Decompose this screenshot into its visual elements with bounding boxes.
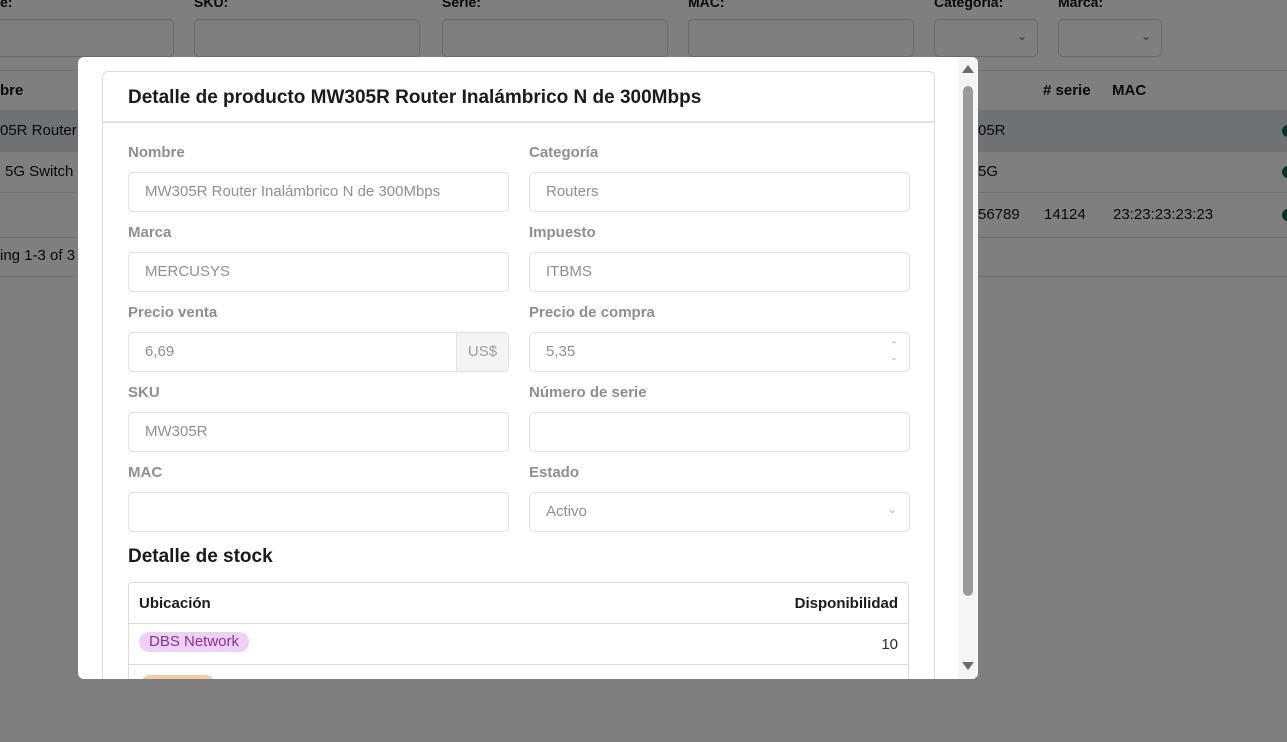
table-row — [129, 665, 908, 679]
sku-label: SKU — [128, 384, 160, 401]
number-spinner-icon[interactable]: ⌃ ⌄ — [889, 339, 899, 363]
precio-compra-field[interactable]: 5,35 ⌃ ⌄ — [529, 332, 910, 372]
marca-field[interactable]: MERCUSYS — [128, 252, 509, 292]
chevron-down-icon: ⌄ — [887, 504, 897, 516]
impuesto-field[interactable]: ITBMS — [529, 252, 910, 292]
column-header-location: Ubicación — [139, 595, 211, 612]
location-badge: DBS Network — [139, 632, 250, 652]
numero-serie-label: Número de serie — [529, 384, 647, 401]
sku-field[interactable]: MW305R — [128, 412, 509, 452]
stock-table: Ubicación Disponibilidad DBS Network 10 — [128, 582, 909, 679]
nombre-label: Nombre — [128, 144, 185, 161]
scrollbar-thumb[interactable] — [963, 86, 973, 596]
scroll-up-arrow-icon[interactable] — [962, 65, 974, 73]
categoria-label: Categoría — [529, 144, 599, 161]
precio-venta-field[interactable]: 6,69 US$ — [128, 332, 509, 372]
currency-addon: US$ — [456, 333, 508, 371]
column-header-availability: Disponibilidad — [794, 595, 898, 612]
precio-compra-value: 5,35 — [546, 343, 576, 360]
impuesto-value: ITBMS — [546, 263, 592, 280]
location-badge-container: DBS Network — [139, 632, 250, 652]
stock-section-title: Detalle de stock — [128, 546, 273, 567]
categoria-field[interactable]: Routers — [529, 172, 910, 212]
table-row: DBS Network 10 — [129, 624, 908, 665]
scroll-down-arrow-icon[interactable] — [962, 662, 974, 670]
estado-select[interactable]: Activo ⌄ — [529, 492, 910, 532]
marca-label: Marca — [128, 224, 172, 241]
modal-scrollbar[interactable] — [958, 57, 978, 679]
estado-label: Estado — [529, 464, 580, 481]
mac-field[interactable] — [128, 492, 509, 532]
estado-value: Activo — [546, 503, 587, 520]
marca-value: MERCUSYS — [145, 263, 231, 280]
numero-serie-field[interactable] — [529, 412, 910, 452]
availability-value: 10 — [881, 636, 898, 653]
precio-compra-label: Precio de compra — [529, 304, 655, 321]
nombre-field[interactable]: MW305R Router Inalámbrico N de 300Mbps — [128, 172, 509, 212]
location-badge — [141, 675, 215, 679]
product-detail-modal: Detalle de producto MW305R Router Inalám… — [78, 57, 978, 679]
stock-table-header: Ubicación Disponibilidad — [129, 583, 908, 624]
categoria-value: Routers — [546, 183, 599, 200]
mac-label: MAC — [128, 464, 163, 481]
product-detail-card: Detalle de producto MW305R Router Inalám… — [102, 71, 935, 679]
precio-venta-value: 6,69 — [145, 343, 175, 360]
precio-venta-label: Precio venta — [128, 304, 218, 321]
nombre-value: MW305R Router Inalámbrico N de 300Mbps — [145, 183, 441, 200]
impuesto-label: Impuesto — [529, 224, 596, 241]
modal-title: Detalle de producto MW305R Router Inalám… — [103, 72, 934, 123]
sku-value: MW305R — [145, 423, 208, 440]
